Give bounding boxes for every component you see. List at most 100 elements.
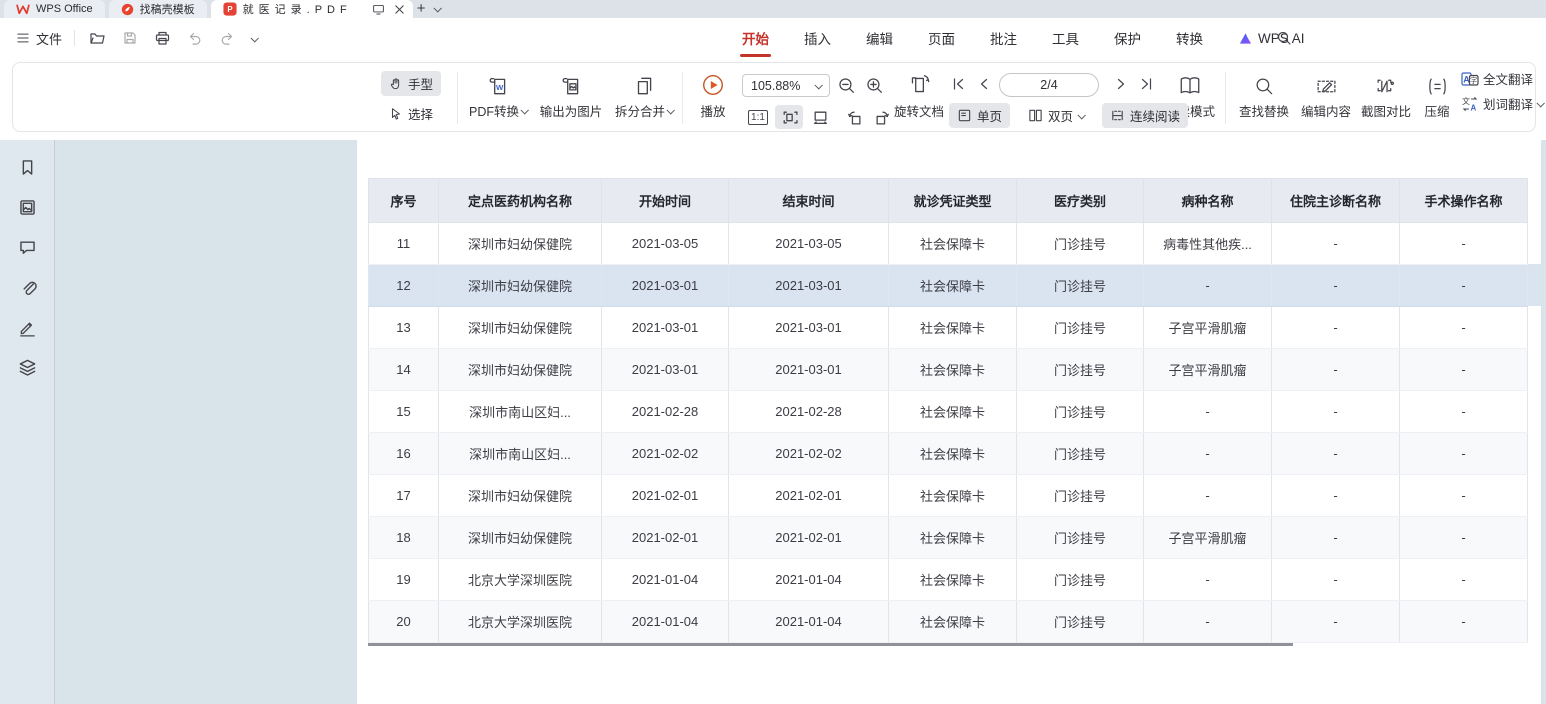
- find-replace-label: 查找替换: [1239, 101, 1289, 120]
- continuous-read-button[interactable]: 连续阅读: [1102, 103, 1188, 128]
- rotate-right-button[interactable]: [869, 105, 897, 129]
- table-row[interactable]: 17深圳市妇幼保健院2021-02-012021-02-01社会保障卡门诊挂号-…: [369, 475, 1528, 517]
- fit-width-icon: [812, 109, 829, 126]
- document-viewport[interactable]: 序号定点医药机构名称开始时间结束时间就诊凭证类型医疗类别病种名称住院主诊断名称手…: [0, 140, 1546, 704]
- word-translate-label: 划词翻译: [1483, 94, 1533, 113]
- table-cell: -: [1400, 517, 1528, 559]
- table-row[interactable]: 14深圳市妇幼保健院2021-03-012021-03-01社会保障卡门诊挂号子…: [369, 349, 1528, 391]
- save-icon[interactable]: [120, 28, 140, 48]
- table-cell: 18: [369, 517, 439, 559]
- table-row[interactable]: 18深圳市妇幼保健院2021-02-012021-02-01社会保障卡门诊挂号子…: [369, 517, 1528, 559]
- page-indicator-input[interactable]: 2/4: [999, 73, 1099, 97]
- actual-size-button[interactable]: 1:1: [744, 105, 772, 129]
- table-body: 11深圳市妇幼保健院2021-03-052021-03-05社会保障卡门诊挂号病…: [369, 223, 1528, 643]
- monitor-icon[interactable]: [372, 3, 385, 16]
- find-replace-button[interactable]: 查找替换: [1235, 71, 1293, 120]
- menu-item[interactable]: 编辑: [864, 18, 895, 58]
- word-translate-button[interactable]: 文A 划词翻译: [1461, 94, 1543, 113]
- table-cell: 2021-02-02: [729, 433, 889, 475]
- last-page-button[interactable]: [1139, 77, 1154, 91]
- close-icon[interactable]: [394, 4, 405, 15]
- table-cell: 20: [369, 601, 439, 643]
- single-page-button[interactable]: 单页: [949, 103, 1010, 128]
- pdf-page[interactable]: 序号定点医药机构名称开始时间结束时间就诊凭证类型医疗类别病种名称住院主诊断名称手…: [357, 140, 1541, 704]
- table-cell: -: [1272, 475, 1400, 517]
- layers-icon[interactable]: [18, 358, 37, 377]
- page-indicator-value: 2/4: [1040, 78, 1057, 92]
- table-row[interactable]: 16深圳市南山区妇...2021-02-022021-02-02社会保障卡门诊挂…: [369, 433, 1528, 475]
- split-merge-button[interactable]: 拆分合并: [609, 71, 679, 120]
- pdf-file-icon: P: [223, 2, 237, 16]
- page-thumbnails-icon[interactable]: [18, 198, 37, 217]
- table-cell: 2021-03-01: [602, 307, 729, 349]
- table-row[interactable]: 15深圳市南山区妇...2021-02-282021-02-28社会保障卡门诊挂…: [369, 391, 1528, 433]
- attachment-icon[interactable]: [18, 278, 37, 297]
- find-replace-icon: [1254, 71, 1275, 97]
- table-row[interactable]: 20北京大学深圳医院2021-01-042021-01-04社会保障卡门诊挂号-…: [369, 601, 1528, 643]
- tab-label: 找稿壳模板: [140, 1, 195, 17]
- full-translate-button[interactable]: A字 全文翻译: [1461, 69, 1543, 88]
- zoom-level-select[interactable]: 105.88%: [742, 74, 830, 97]
- table-cell: 门诊挂号: [1017, 265, 1144, 307]
- table-cell: 19: [369, 559, 439, 601]
- menu-item[interactable]: WPS AI: [1236, 21, 1307, 56]
- rotate-document-button[interactable]: 旋转文档: [890, 71, 948, 120]
- table-row[interactable]: 11深圳市妇幼保健院2021-03-052021-03-05社会保障卡门诊挂号病…: [369, 223, 1528, 265]
- chevron-down-icon: [250, 34, 258, 42]
- comment-icon[interactable]: [18, 238, 37, 257]
- play-button[interactable]: 播放: [691, 71, 735, 120]
- window-tab-wps-office[interactable]: WPS Office: [4, 0, 105, 18]
- tab-list-button[interactable]: [429, 0, 445, 18]
- export-image-button[interactable]: 输出为图片: [531, 71, 611, 120]
- document-tab[interactable]: P 就医记录.PDF: [211, 0, 413, 18]
- compress-button[interactable]: 压缩: [1415, 71, 1459, 120]
- bookmark-icon[interactable]: [18, 158, 37, 177]
- file-menu-button[interactable]: 文件: [16, 29, 62, 48]
- table-cell: 门诊挂号: [1017, 307, 1144, 349]
- fit-width-button[interactable]: [806, 105, 834, 129]
- table-bottom-rule: [368, 643, 1293, 646]
- menu-item[interactable]: 保护: [1112, 18, 1143, 58]
- signature-icon[interactable]: [18, 318, 37, 337]
- menu-item[interactable]: 工具: [1050, 18, 1081, 58]
- menu-item[interactable]: 开始: [740, 18, 771, 58]
- table-row[interactable]: 13深圳市妇幼保健院2021-03-012021-03-01社会保障卡门诊挂号子…: [369, 307, 1528, 349]
- print-icon[interactable]: [152, 28, 173, 48]
- open-folder-icon[interactable]: [87, 28, 108, 48]
- pdf-convert-button[interactable]: W PDF转换: [463, 71, 533, 120]
- select-tool-button[interactable]: 选择: [381, 101, 441, 126]
- menu-item[interactable]: 插入: [802, 18, 833, 58]
- fit-page-button[interactable]: [775, 105, 803, 129]
- table-cell: 12: [369, 265, 439, 307]
- first-page-button[interactable]: [951, 77, 966, 91]
- redo-icon[interactable]: [217, 29, 237, 47]
- undo-icon[interactable]: [185, 29, 205, 47]
- table-cell: 深圳市妇幼保健院: [439, 349, 602, 391]
- table-cell: 深圳市妇幼保健院: [439, 517, 602, 559]
- window-tab-template-store[interactable]: 找稿壳模板: [109, 0, 207, 18]
- table-row[interactable]: 19北京大学深圳医院2021-01-042021-01-04社会保障卡门诊挂号-…: [369, 559, 1528, 601]
- new-tab-button[interactable]: +: [413, 0, 430, 18]
- menu-item[interactable]: 批注: [988, 18, 1019, 58]
- next-page-button[interactable]: [1115, 77, 1128, 91]
- hand-tool-button[interactable]: 手型: [381, 71, 441, 96]
- previous-page-button[interactable]: [977, 77, 990, 91]
- zoom-in-button[interactable]: [865, 76, 884, 95]
- more-tools-button[interactable]: [249, 27, 259, 49]
- table-cell: -: [1400, 601, 1528, 643]
- table-cell: 门诊挂号: [1017, 223, 1144, 265]
- search-icon[interactable]: [1276, 30, 1292, 46]
- wps-logo-icon: [16, 3, 30, 15]
- menu-item[interactable]: 转换: [1174, 18, 1205, 58]
- divider: [682, 72, 683, 124]
- zoom-out-button[interactable]: [837, 76, 856, 95]
- table-row[interactable]: 12深圳市妇幼保健院2021-03-012021-03-01社会保障卡门诊挂号-…: [369, 265, 1528, 307]
- table-cell: -: [1400, 475, 1528, 517]
- table-cell: -: [1272, 391, 1400, 433]
- continuous-read-icon: [1110, 108, 1125, 123]
- screenshot-compare-button[interactable]: 截图对比: [1357, 71, 1415, 120]
- edit-content-button[interactable]: 编辑内容: [1297, 71, 1355, 120]
- menu-item[interactable]: 页面: [926, 18, 957, 58]
- rotate-left-button[interactable]: [839, 105, 867, 129]
- double-page-button[interactable]: 双页: [1020, 103, 1092, 128]
